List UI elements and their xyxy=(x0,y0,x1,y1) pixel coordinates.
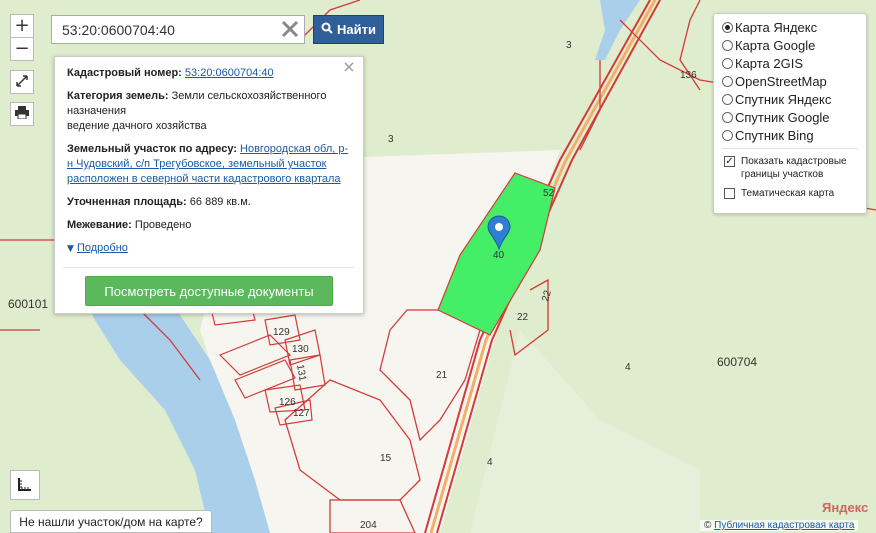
label-600101: 600101 xyxy=(8,297,48,311)
layer-option-yandex-map[interactable]: Карта Яндекс xyxy=(722,18,866,36)
close-icon[interactable]: × xyxy=(342,59,356,75)
label-21: 21 xyxy=(436,370,448,381)
area-row: Уточненная площадь: 66 889 кв.м. xyxy=(67,195,351,210)
label-136: 136 xyxy=(680,70,697,81)
parcel-info-popup: × Кадастровый номер: 53:20:0600704:40 Ка… xyxy=(54,56,364,314)
label-126: 126 xyxy=(279,397,296,408)
radio-unchecked[interactable] xyxy=(722,39,733,51)
label-4b: 4 xyxy=(487,457,493,468)
layer-label: Карта Google xyxy=(735,37,816,53)
layer-label: Спутник Bing xyxy=(735,127,814,143)
radio-unchecked[interactable] xyxy=(722,129,733,141)
layer-option-google-satellite[interactable]: Спутник Google xyxy=(722,108,866,126)
cadastral-number-label: Кадастровый номер: xyxy=(67,67,182,79)
label-15: 15 xyxy=(380,453,392,464)
layer-label: Карта 2GIS xyxy=(735,55,804,71)
label-127: 127 xyxy=(293,408,310,419)
layer-option-google-map[interactable]: Карта Google xyxy=(722,36,866,54)
search-icon xyxy=(321,22,333,37)
show-borders-toggle[interactable]: ✓ Показать кадастровые границы участков xyxy=(722,155,866,181)
label-22a: 22 xyxy=(517,312,529,323)
layer-label: Спутник Яндекс xyxy=(735,91,832,107)
cadastral-number-link[interactable]: 53:20:0600704:40 xyxy=(185,67,274,79)
radio-unchecked[interactable] xyxy=(722,57,733,69)
label-52: 52 xyxy=(543,188,555,199)
land-category-label: Категория земель: xyxy=(67,90,169,102)
more-details-link[interactable]: Подробно xyxy=(77,242,128,254)
layers-divider xyxy=(722,148,858,149)
search-box xyxy=(51,15,305,44)
map-layers-panel: Карта Яндекс Карта Google Карта 2GIS Ope… xyxy=(713,13,867,214)
print-button[interactable] xyxy=(10,102,34,126)
copyright: © Публичная кадастровая карта xyxy=(700,520,859,531)
checkbox-checked[interactable]: ✓ xyxy=(724,156,735,167)
more-details[interactable]: ▼ Подробно xyxy=(67,241,351,257)
address-row: Земельный участок по адресу: Новгородска… xyxy=(67,142,351,187)
zoom-in-button[interactable]: + xyxy=(10,14,34,38)
survey-row: Межевание: Проведено xyxy=(67,218,351,233)
thematic-map-toggle[interactable]: Тематическая карта xyxy=(722,187,866,200)
label-204: 204 xyxy=(360,520,377,531)
clear-icon[interactable] xyxy=(280,19,300,39)
search-input[interactable] xyxy=(52,16,282,43)
fullscreen-icon xyxy=(16,74,28,90)
copyright-link[interactable]: Публичная кадастровая карта xyxy=(714,520,854,531)
layer-label: Карта Яндекс xyxy=(735,19,818,35)
fullscreen-button[interactable] xyxy=(10,70,34,94)
land-category-row: Категория земель: Земли сельскохозяйстве… xyxy=(67,89,351,134)
area-value: 66 889 кв.м. xyxy=(189,196,251,208)
survey-value: Проведено xyxy=(134,219,192,231)
show-borders-label: Показать кадастровые границы участков xyxy=(741,156,847,180)
popup-divider xyxy=(63,267,355,268)
thematic-map-label: Тематическая карта xyxy=(741,188,835,199)
layer-label: OpenStreetMap xyxy=(735,73,827,89)
view-documents-button[interactable]: Посмотреть доступные документы xyxy=(85,276,333,306)
area-label: Уточненная площадь: xyxy=(67,196,187,208)
layer-option-bing-satellite[interactable]: Спутник Bing xyxy=(722,126,866,144)
yandex-logo: Яндекс xyxy=(822,500,869,515)
layer-label: Спутник Google xyxy=(735,109,830,125)
ruler-icon xyxy=(18,477,32,494)
label-3b: 3 xyxy=(388,134,394,145)
checkbox-unchecked[interactable] xyxy=(724,188,735,199)
label-130: 130 xyxy=(292,344,309,355)
radio-unchecked[interactable] xyxy=(722,93,733,105)
copyright-symbol: © xyxy=(704,520,712,531)
find-button[interactable]: Найти xyxy=(313,15,384,44)
find-button-label: Найти xyxy=(337,22,376,37)
caret-down-icon: ▼ xyxy=(67,244,74,254)
survey-label: Межевание: xyxy=(67,219,132,231)
layer-option-yandex-satellite[interactable]: Спутник Яндекс xyxy=(722,90,866,108)
zoom-out-button[interactable]: − xyxy=(10,37,34,61)
land-usage-value: ведение дачного хозяйства xyxy=(67,120,207,132)
label-129: 129 xyxy=(273,327,290,338)
layer-option-osm[interactable]: OpenStreetMap xyxy=(722,72,866,90)
radio-unchecked[interactable] xyxy=(722,111,733,123)
not-found-button[interactable]: Не нашли участок/дом на карте? xyxy=(10,510,212,533)
cadastral-number-row: Кадастровый номер: 53:20:0600704:40 xyxy=(67,66,351,81)
label-40: 40 xyxy=(493,250,505,261)
radio-checked[interactable] xyxy=(722,21,733,33)
print-icon xyxy=(15,106,29,122)
label-3a: 3 xyxy=(566,40,572,51)
radio-unchecked[interactable] xyxy=(722,75,733,87)
label-600704: 600704 xyxy=(717,355,757,369)
layer-option-2gis-map[interactable]: Карта 2GIS xyxy=(722,54,866,72)
address-label: Земельный участок по адресу: xyxy=(67,143,237,155)
ruler-button[interactable] xyxy=(10,470,40,500)
label-4a: 4 xyxy=(625,362,631,373)
